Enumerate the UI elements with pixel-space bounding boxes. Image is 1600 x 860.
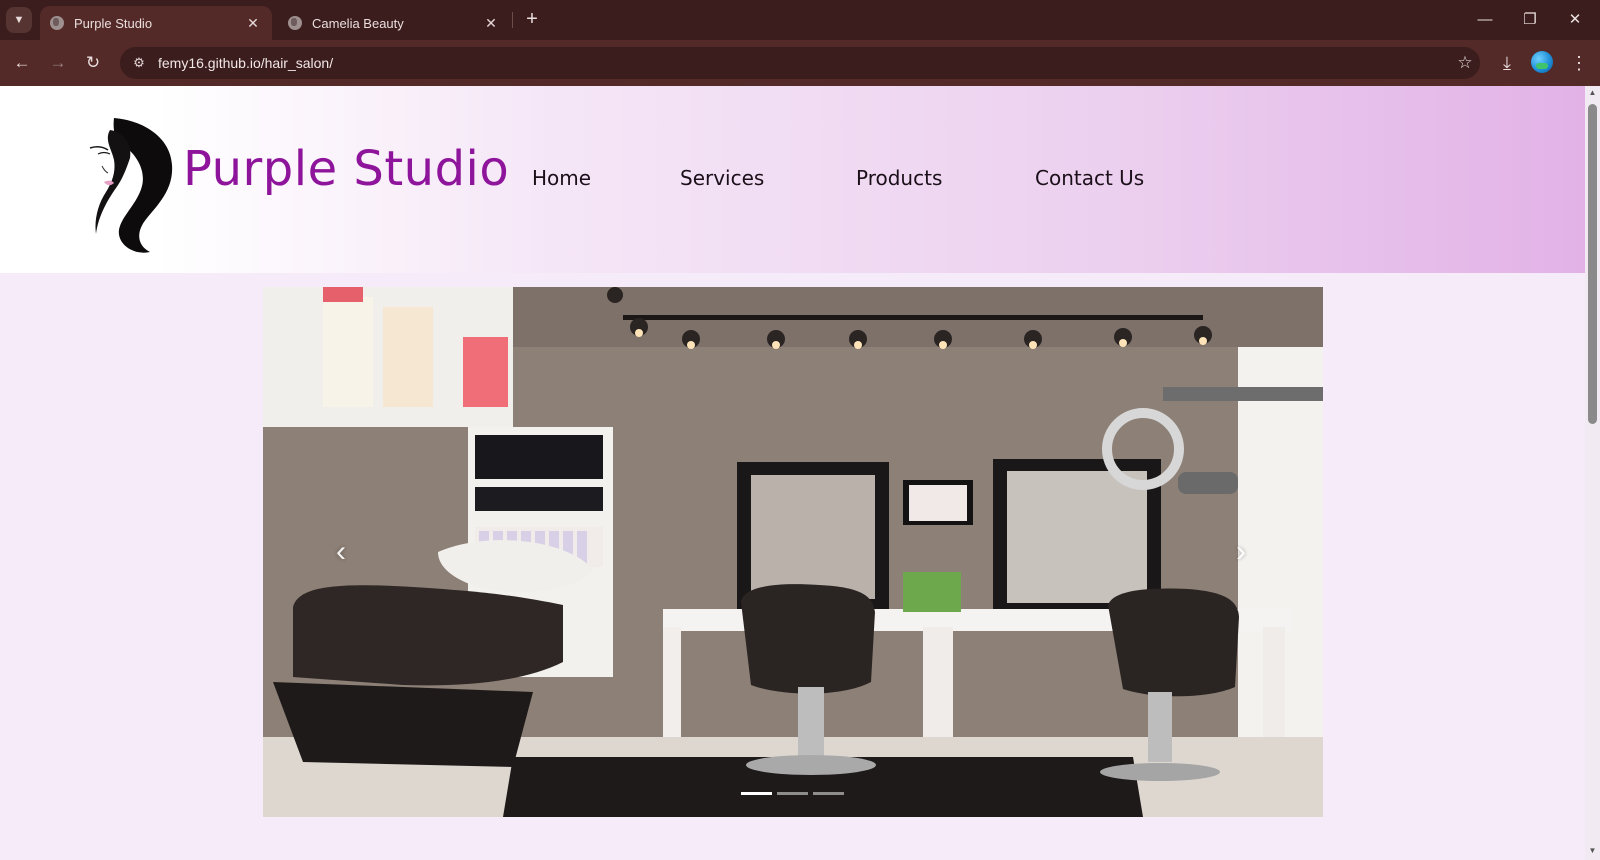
scrollbar-thumb[interactable] — [1588, 104, 1597, 424]
forward-button[interactable]: → — [45, 50, 71, 76]
more-vertical-icon: ⋮ — [1570, 53, 1588, 73]
tab-purple-studio[interactable]: Purple Studio ✕ — [40, 6, 272, 40]
tab-camelia-beauty[interactable]: Camelia Beauty ✕ — [278, 6, 510, 40]
close-icon[interactable]: ✕ — [482, 15, 500, 32]
back-button[interactable]: ← — [9, 50, 35, 76]
carousel-indicators — [741, 792, 844, 795]
carousel-next-button[interactable]: › — [1226, 532, 1256, 572]
carousel-indicator-1[interactable] — [741, 792, 772, 795]
tab-title: Camelia Beauty — [312, 15, 404, 31]
scroll-up-icon[interactable]: ▲ — [1588, 88, 1597, 97]
nav-services[interactable]: Services — [680, 166, 764, 190]
globe-icon — [50, 16, 64, 30]
salon-interior-image — [263, 287, 1323, 817]
brand-name[interactable]: Purple Studio — [183, 141, 509, 197]
tab-separator — [512, 12, 513, 28]
hero-carousel: ‹ › — [263, 287, 1323, 817]
carousel-prev-button[interactable]: ‹ — [326, 532, 356, 572]
tab-strip: ▼ Purple Studio ✕ Camelia Beauty ✕ + — ❐… — [0, 0, 1600, 40]
window-close-button[interactable]: ✕ — [1563, 8, 1587, 32]
arrow-left-icon: ← — [13, 53, 31, 72]
plus-icon: + — [526, 8, 538, 30]
minimize-icon: — — [1477, 11, 1493, 28]
browser-menu-button[interactable]: ⋮ — [1566, 50, 1592, 76]
chevron-right-icon: › — [1236, 535, 1246, 568]
page-scrollbar[interactable]: ▲ ▼ — [1585, 86, 1600, 860]
new-tab-button[interactable]: + — [520, 8, 544, 32]
star-icon[interactable]: ☆ — [1450, 53, 1480, 73]
scroll-down-icon[interactable]: ▼ — [1588, 846, 1597, 855]
nav-contact-us[interactable]: Contact Us — [1035, 166, 1144, 190]
globe-icon — [288, 16, 302, 30]
tab-title: Purple Studio — [74, 15, 153, 31]
profile-avatar[interactable] — [1531, 51, 1553, 73]
restore-icon: ❐ — [1523, 11, 1537, 28]
tune-icon[interactable]: ⚙ — [128, 55, 150, 71]
address-bar[interactable]: ⚙ femy16.github.io/hair_salon/ ☆ — [120, 47, 1480, 79]
download-icon: ⤓ — [1503, 53, 1511, 73]
close-icon: ✕ — [1568, 11, 1582, 28]
chevron-left-icon: ‹ — [336, 535, 346, 568]
site-header: Purple Studio Home Services Products Con… — [0, 86, 1585, 273]
page-viewport: Purple Studio Home Services Products Con… — [0, 86, 1585, 860]
woman-silhouette-logo[interactable] — [80, 110, 180, 256]
close-icon[interactable]: ✕ — [244, 15, 262, 32]
nav-home[interactable]: Home — [532, 166, 591, 190]
minimize-button[interactable]: — — [1473, 8, 1497, 32]
tab-search-button[interactable]: ▼ — [6, 7, 32, 33]
url-text[interactable]: femy16.github.io/hair_salon/ — [158, 55, 1450, 71]
browser-toolbar: ← → ↻ ⚙ femy16.github.io/hair_salon/ ☆ ⤓… — [0, 40, 1600, 86]
reload-button[interactable]: ↻ — [80, 50, 106, 76]
restore-button[interactable]: ❐ — [1518, 8, 1542, 32]
reload-icon: ↻ — [85, 53, 101, 72]
nav-products[interactable]: Products — [856, 166, 942, 190]
carousel-indicator-3[interactable] — [813, 792, 844, 795]
carousel-indicator-2[interactable] — [777, 792, 808, 795]
downloads-button[interactable]: ⤓ — [1494, 50, 1520, 76]
chevron-down-icon: ▼ — [13, 14, 25, 26]
arrow-right-icon: → — [49, 53, 67, 72]
